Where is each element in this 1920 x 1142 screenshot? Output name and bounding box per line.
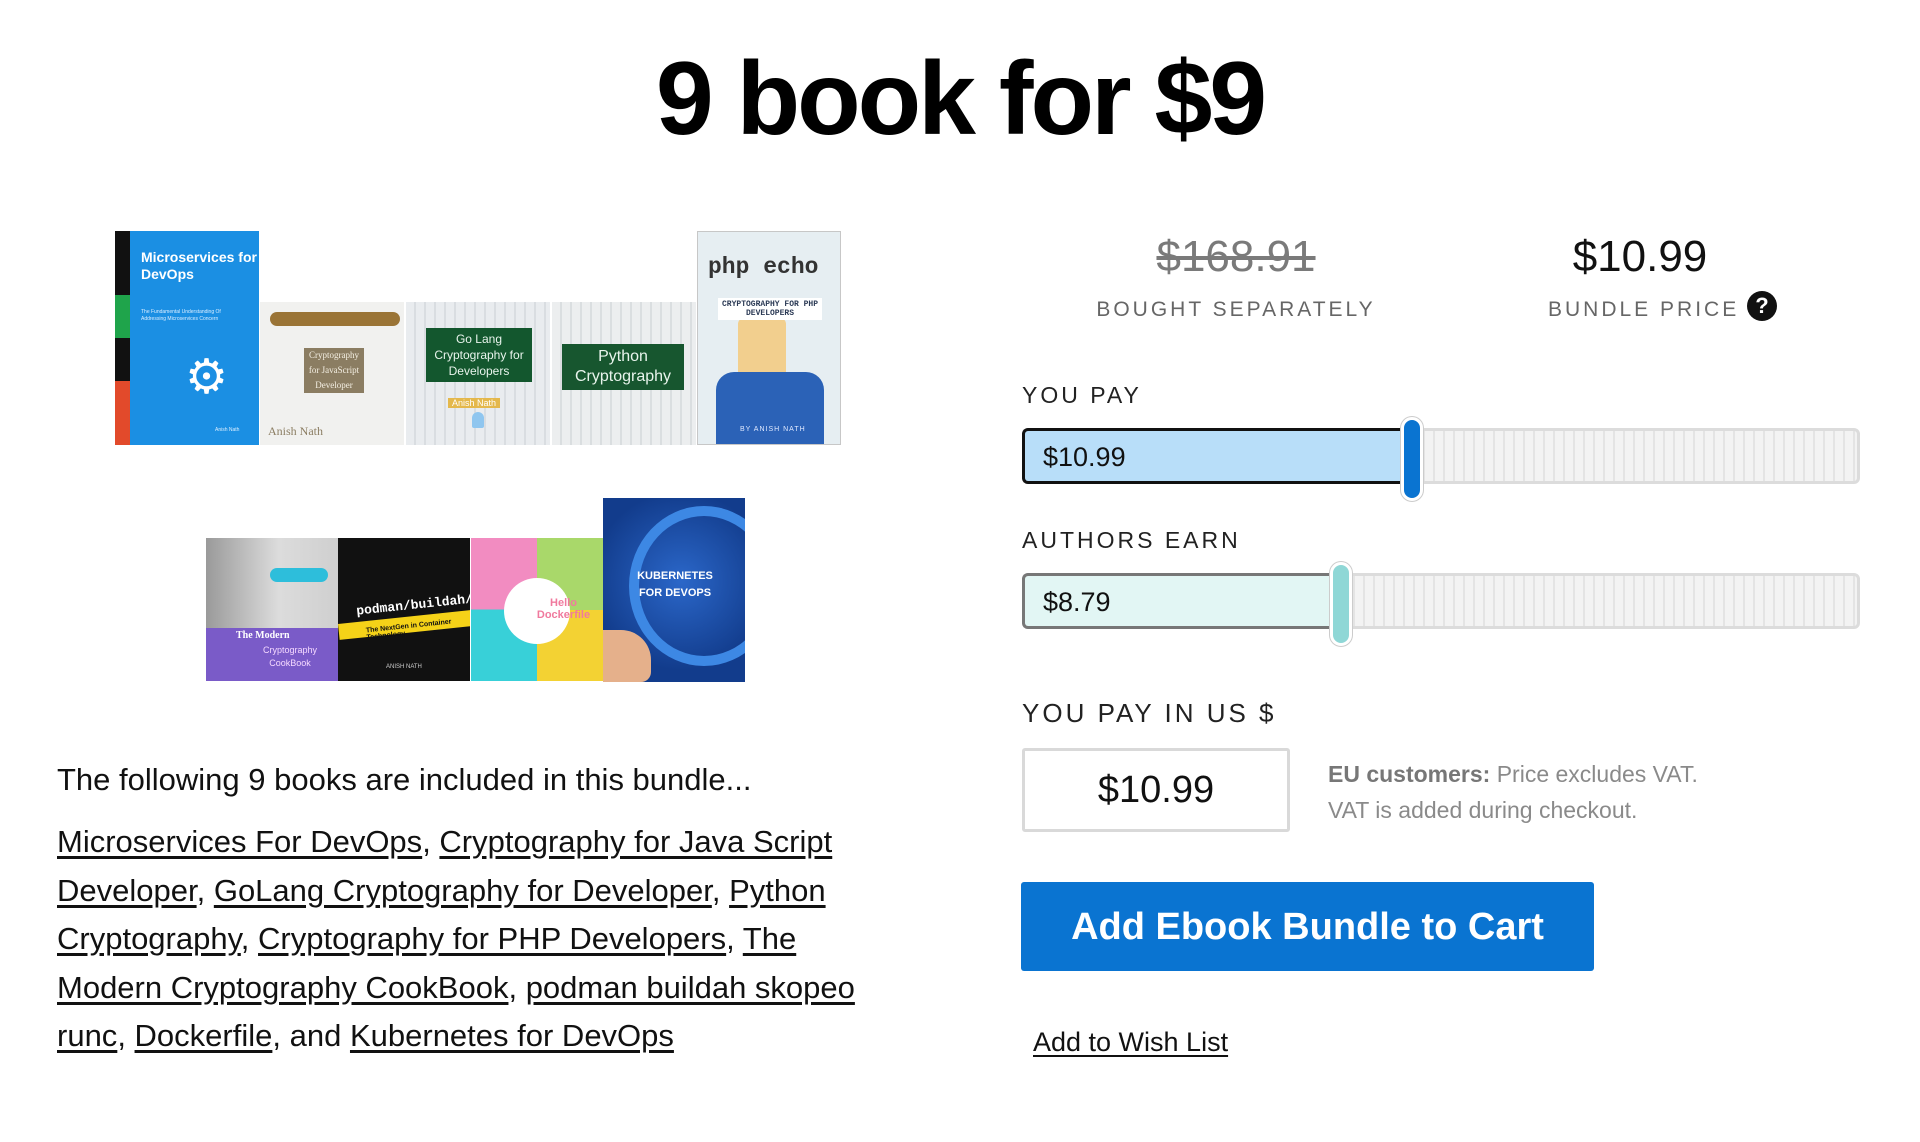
bundle-price: $10.99 [1572,232,1708,281]
bundle-price-label: BUNDLE PRICE [1548,298,1740,321]
cover-photo [206,538,338,628]
cover-php-cryptography[interactable]: php echo CRYPTOGRAPHY FOR PHP DEVELOPERS… [697,231,841,445]
you-pay-slider-handle[interactable] [1401,417,1423,501]
add-to-wish-list-link[interactable]: Add to Wish List [1033,1027,1228,1058]
cover-podman-buildah-runc[interactable]: podman/buildah/runc The NextGen in Conta… [338,538,470,681]
cover-python-cryptography[interactable]: Python Cryptography [552,302,696,445]
bundle-book-list: Microservices For DevOps, Cryptography f… [57,818,897,1061]
vat-notice: EU customers: Price excludes VAT. VAT is… [1328,756,1768,828]
key-image [270,568,328,582]
book-link[interactable]: GoLang Cryptography for Developer [214,873,712,908]
cover-subtitle: Cryptography CookBook [262,645,318,668]
cover-stripe [115,231,130,445]
and-word: and [289,1018,342,1053]
cover-title: The Modern [236,630,290,641]
authors-earn-slider[interactable]: $8.79 [1022,562,1860,646]
authors-earn-value: $8.79 [1043,587,1111,617]
bundle-intro: The following 9 books are included in th… [57,762,752,797]
pay-in-currency-label: YOU PAY IN US $ [1022,698,1277,728]
cover-subtitle: CRYPTOGRAPHY FOR PHP DEVELOPERS [718,298,822,320]
cover-title: Microservices for DevOps [141,249,257,282]
gopher-image [472,412,484,428]
you-pay-slider[interactable]: $10.99 [1022,417,1860,501]
cover-cryptography-javascript[interactable]: Cryptography for JavaScript Developer An… [260,302,404,445]
authors-earn-slider-handle[interactable] [1330,562,1352,646]
cover-author: Anish Nath [268,424,323,438]
cover-title: Python Cryptography [562,344,684,390]
separator: , [196,872,214,908]
you-pay-value: $10.99 [1043,442,1126,472]
separator: , [711,872,730,908]
cover-author: Anish Nath [448,398,501,408]
cover-hello-dockerfile[interactable]: Hello Dockerfile [471,538,603,681]
cover-title: KUBERNETES FOR DEVOPS [637,570,713,599]
vat-notice-line1: Price excludes VAT. [1490,761,1698,787]
cover-golang-cryptography[interactable]: Go Lang Cryptography for Developers Anis… [406,302,550,445]
cover-title: Cryptography for JavaScript Developer [304,348,364,393]
add-to-cart-button[interactable]: Add Ebook Bundle to Cart [1021,882,1594,971]
cover-title: Hello Dockerfile [536,597,591,621]
separator: , [272,1018,290,1053]
question-circle-icon[interactable]: ? [1747,291,1777,321]
separator: , [726,921,743,956]
separator: , [240,921,259,956]
separator: , [117,1018,135,1053]
cover-author: ANISH NATH [386,664,422,670]
cover-subtitle: The Fundamental Understanding Of Address… [141,309,221,322]
you-pay-label: YOU PAY [1022,382,1142,408]
vat-notice-line2: VAT is added during checkout. [1328,797,1638,823]
bought-separately-price: $168.91 [1156,232,1316,281]
cover-kubernetes-for-devops[interactable]: KUBERNETES FOR DEVOPS [603,498,745,682]
pay-amount-input[interactable]: $10.99 [1022,748,1290,832]
gear-icon: ⚙ [185,351,229,404]
book-link[interactable]: Microservices For DevOps [57,824,422,859]
key-image [270,312,400,326]
book-link[interactable]: Kubernetes for DevOps [350,1018,674,1053]
pointing-hand-image [603,630,651,682]
book-link[interactable]: Cryptography for PHP Developers [258,921,726,956]
authors-earn-label: AUTHORS EARN [1022,527,1241,553]
figure-body [716,372,824,444]
cover-modern-cryptography-cookbook[interactable]: The Modern Cryptography CookBook [206,538,338,681]
vat-notice-bold: EU customers: [1328,761,1491,787]
cover-title: Go Lang Cryptography for Developers [426,328,532,382]
separator: , [422,824,440,859]
cover-title: php echo [708,254,819,280]
book-link[interactable]: Dockerfile [135,1018,273,1053]
cover-author: Anish Nath [215,427,240,433]
cover-microservices-for-devops[interactable]: Microservices for DevOps The Fundamental… [115,231,259,445]
cover-author: BY ANISH NATH [740,426,806,433]
separator: , [508,969,526,1005]
page-title: 9 book for $9 [655,41,1267,157]
bought-separately-label: BOUGHT SEPARATELY [1096,298,1376,321]
figure-face [738,318,786,378]
